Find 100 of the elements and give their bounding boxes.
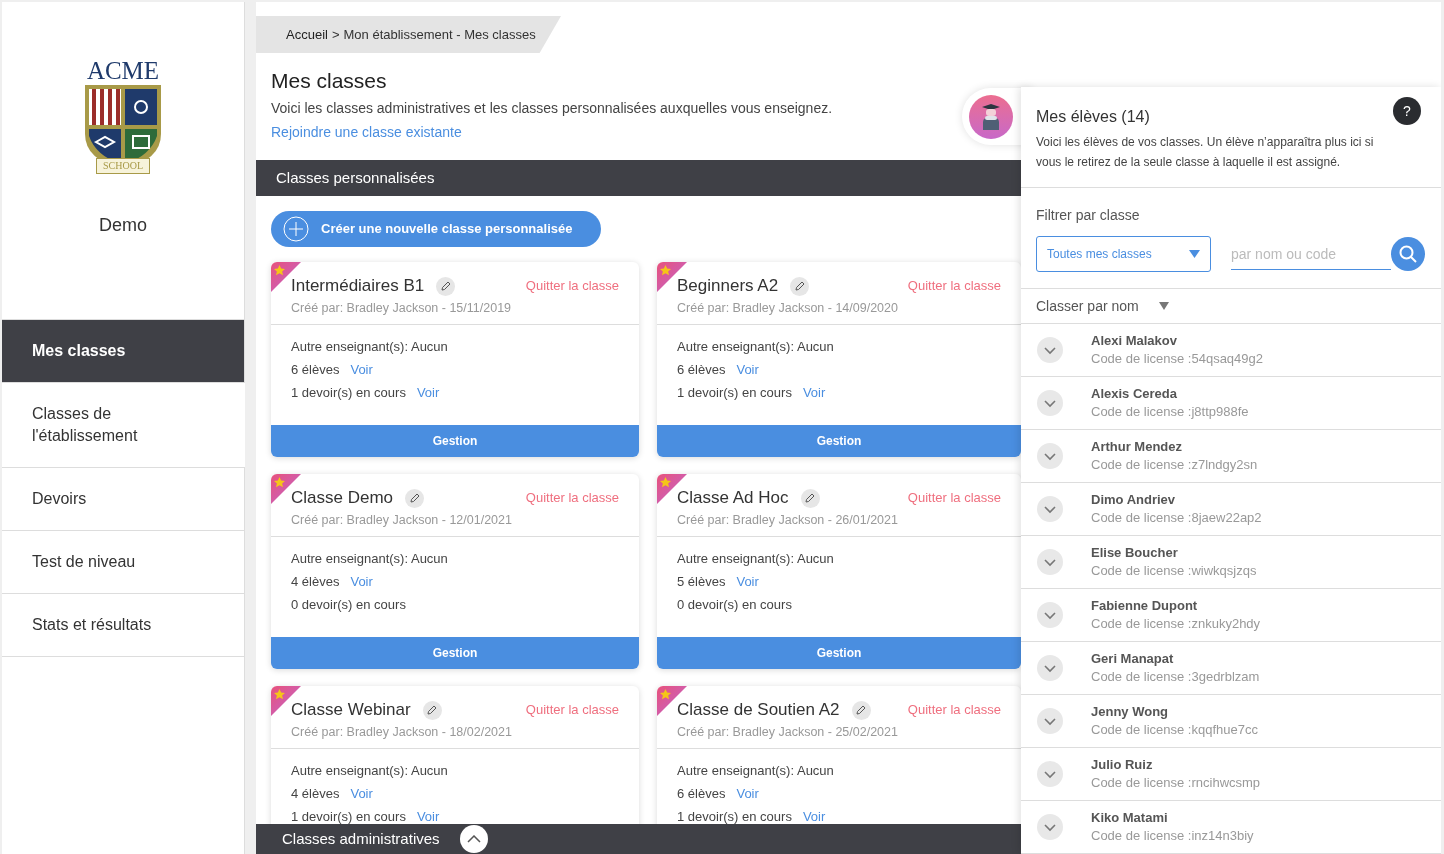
- manage-button[interactable]: Gestion: [657, 425, 1021, 457]
- student-name: Jenny Wong: [1091, 703, 1170, 721]
- leave-class-link[interactable]: Quitter la classe: [907, 276, 1001, 296]
- filter-label: Filtrer par classe: [1036, 206, 1141, 225]
- edit-button[interactable]: [790, 276, 810, 296]
- expand-chevron-icon[interactable]: [1037, 337, 1063, 363]
- expand-chevron-icon[interactable]: [1037, 602, 1063, 628]
- section-title: Classes administratives: [282, 828, 440, 849]
- collapse-toggle-button[interactable]: [459, 825, 488, 853]
- expand-chevron-icon[interactable]: [1037, 549, 1063, 575]
- dropdown-arrow-icon: [1158, 302, 1169, 310]
- student-row[interactable]: Alexis Cereda Code de license :j8ttp988fe: [1021, 377, 1441, 430]
- student-row[interactable]: Jenny Wong Code de license :kqqfhue7cc: [1021, 695, 1441, 748]
- student-row[interactable]: Geri Manapat Code de license :3gedrblzam: [1021, 642, 1441, 695]
- edit-button[interactable]: [422, 700, 442, 720]
- page-description: Voici les classes administratives et les classes personnalisées auxquelles vous enseignez.: [271, 99, 833, 118]
- student-row[interactable]: Elise Boucher Code de license :wiwkqsjzqs: [1021, 536, 1441, 589]
- license-code: Code de license :j8ttp988fe: [1091, 403, 1249, 421]
- edit-button[interactable]: [800, 488, 820, 508]
- assignments-count: 1 devoir(s) en cours: [677, 808, 792, 824]
- class-name: Beginners A2: [677, 275, 779, 297]
- panel-title: Mes élèves (14): [1036, 107, 1150, 127]
- student-row[interactable]: Julio Ruiz Code de license :rncihwcsmp: [1021, 748, 1441, 801]
- students-count: 6 élèves: [677, 361, 726, 379]
- expand-chevron-icon[interactable]: [1037, 761, 1063, 787]
- view-assignments-link[interactable]: Voir: [416, 381, 440, 404]
- class-created-info: Créé par: Bradley Jackson - 26/01/2021: [677, 512, 899, 529]
- edit-button[interactable]: [405, 488, 425, 508]
- teachers-info: Autre enseignant(s): Aucun: [677, 762, 835, 780]
- student-row[interactable]: Arthur Mendez Code de license :z7lndgy2sn: [1021, 430, 1441, 483]
- student-name: Elise Boucher: [1091, 544, 1179, 562]
- license-code: Code de license :3gedrblzam: [1091, 668, 1260, 686]
- students-count: 4 élèves: [291, 573, 340, 591]
- edit-button[interactable]: [436, 276, 456, 296]
- student-name: Alexis Cereda: [1091, 385, 1178, 403]
- view-students-link[interactable]: Voir: [350, 570, 373, 593]
- view-students-link[interactable]: Voir: [350, 782, 373, 805]
- expand-chevron-icon[interactable]: [1037, 708, 1063, 734]
- view-students-link[interactable]: Voir: [736, 782, 759, 805]
- view-students-link[interactable]: Voir: [350, 358, 373, 381]
- view-assignments-link[interactable]: Voir: [802, 805, 826, 824]
- license-code: Code de license :54qsaq49g2: [1091, 350, 1264, 368]
- manage-button[interactable]: Gestion: [271, 425, 639, 457]
- leave-class-link[interactable]: Quitter la classe: [907, 700, 1001, 720]
- nav-item[interactable]: Mes classes: [2, 319, 244, 382]
- student-name: Geri Manapat: [1091, 650, 1175, 668]
- help-button[interactable]: ?: [1393, 97, 1421, 125]
- assignments-count: 1 devoir(s) en cours: [291, 384, 406, 402]
- students-avatar-icon: [969, 94, 1013, 139]
- student-name: Kiko Matami: [1091, 809, 1169, 827]
- leave-class-link[interactable]: Quitter la classe: [525, 700, 619, 720]
- expand-chevron-icon[interactable]: [1037, 443, 1063, 469]
- view-assignments-link[interactable]: Voir: [802, 381, 826, 404]
- student-row[interactable]: Kiko Matami Code de license :inz14n3biy: [1021, 801, 1441, 854]
- leave-class-link[interactable]: Quitter la classe: [525, 276, 619, 296]
- class-name: Intermédiaires B1: [291, 275, 425, 297]
- search-icon: [1399, 245, 1417, 263]
- license-code: Code de license :inz14n3biy: [1091, 827, 1254, 845]
- logo-text: ACME: [86, 58, 160, 84]
- leave-class-link[interactable]: Quitter la classe: [907, 488, 1001, 508]
- expand-chevron-icon[interactable]: [1037, 814, 1063, 840]
- search-button[interactable]: [1391, 237, 1425, 271]
- student-row[interactable]: Dimo Andriev Code de license :8jaew22ap2: [1021, 483, 1441, 536]
- student-name: Fabienne Dupont: [1091, 597, 1199, 615]
- students-count: 6 élèves: [291, 361, 340, 379]
- class-name: Classe Demo: [291, 487, 394, 509]
- student-row[interactable]: Alexi Malakov Code de license :54qsaq49g2: [1021, 324, 1441, 377]
- expand-chevron-icon[interactable]: [1037, 496, 1063, 522]
- expand-chevron-icon[interactable]: [1037, 655, 1063, 681]
- search-field[interactable]: par nom ou code: [1231, 238, 1391, 270]
- view-students-link[interactable]: Voir: [736, 358, 759, 381]
- manage-button[interactable]: Gestion: [271, 637, 639, 669]
- leave-class-link[interactable]: Quitter la classe: [525, 488, 619, 508]
- teachers-info: Autre enseignant(s): Aucun: [291, 762, 449, 780]
- manage-button[interactable]: Gestion: [657, 637, 1021, 669]
- plus-icon: [283, 216, 309, 242]
- assignments-count: 0 devoir(s) en cours: [677, 596, 792, 614]
- license-code: Code de license :znkuky2hdy: [1091, 615, 1261, 633]
- license-code: Code de license :8jaew22ap2: [1091, 509, 1262, 527]
- students-count: 4 élèves: [291, 785, 340, 803]
- breadcrumb-current: Mon établissement - Mes classes: [343, 25, 536, 44]
- student-name: Arthur Mendez: [1091, 438, 1183, 456]
- edit-button[interactable]: [851, 700, 871, 720]
- create-class-button[interactable]: Créer une nouvelle classe personnalisée: [271, 211, 601, 247]
- student-row[interactable]: Fabienne Dupont Code de license :znkuky2hdy: [1021, 589, 1441, 642]
- class-filter-dropdown[interactable]: Toutes mes classes: [1036, 236, 1211, 272]
- view-students-link[interactable]: Voir: [736, 570, 759, 593]
- teachers-info: Autre enseignant(s): Aucun: [677, 550, 835, 568]
- students-count: 5 élèves: [677, 573, 726, 591]
- pencil-icon: [409, 493, 420, 503]
- expand-chevron-icon[interactable]: [1037, 390, 1063, 416]
- view-assignments-link[interactable]: Voir: [416, 805, 440, 824]
- dropdown-arrow-icon: [1189, 250, 1200, 258]
- nav-item[interactable]: Classes de l'établissement: [2, 382, 245, 467]
- sort-dropdown[interactable]: Classer par nom: [1036, 295, 1169, 317]
- class-created-info: Créé par: Bradley Jackson - 18/02/2021: [291, 724, 513, 741]
- join-class-link[interactable]: Rejoindre une classe existante: [271, 120, 462, 144]
- license-code: Code de license :rncihwcsmp: [1091, 774, 1261, 792]
- breadcrumb-link[interactable]: Accueil: [286, 24, 328, 45]
- license-code: Code de license :kqqfhue7cc: [1091, 721, 1258, 739]
